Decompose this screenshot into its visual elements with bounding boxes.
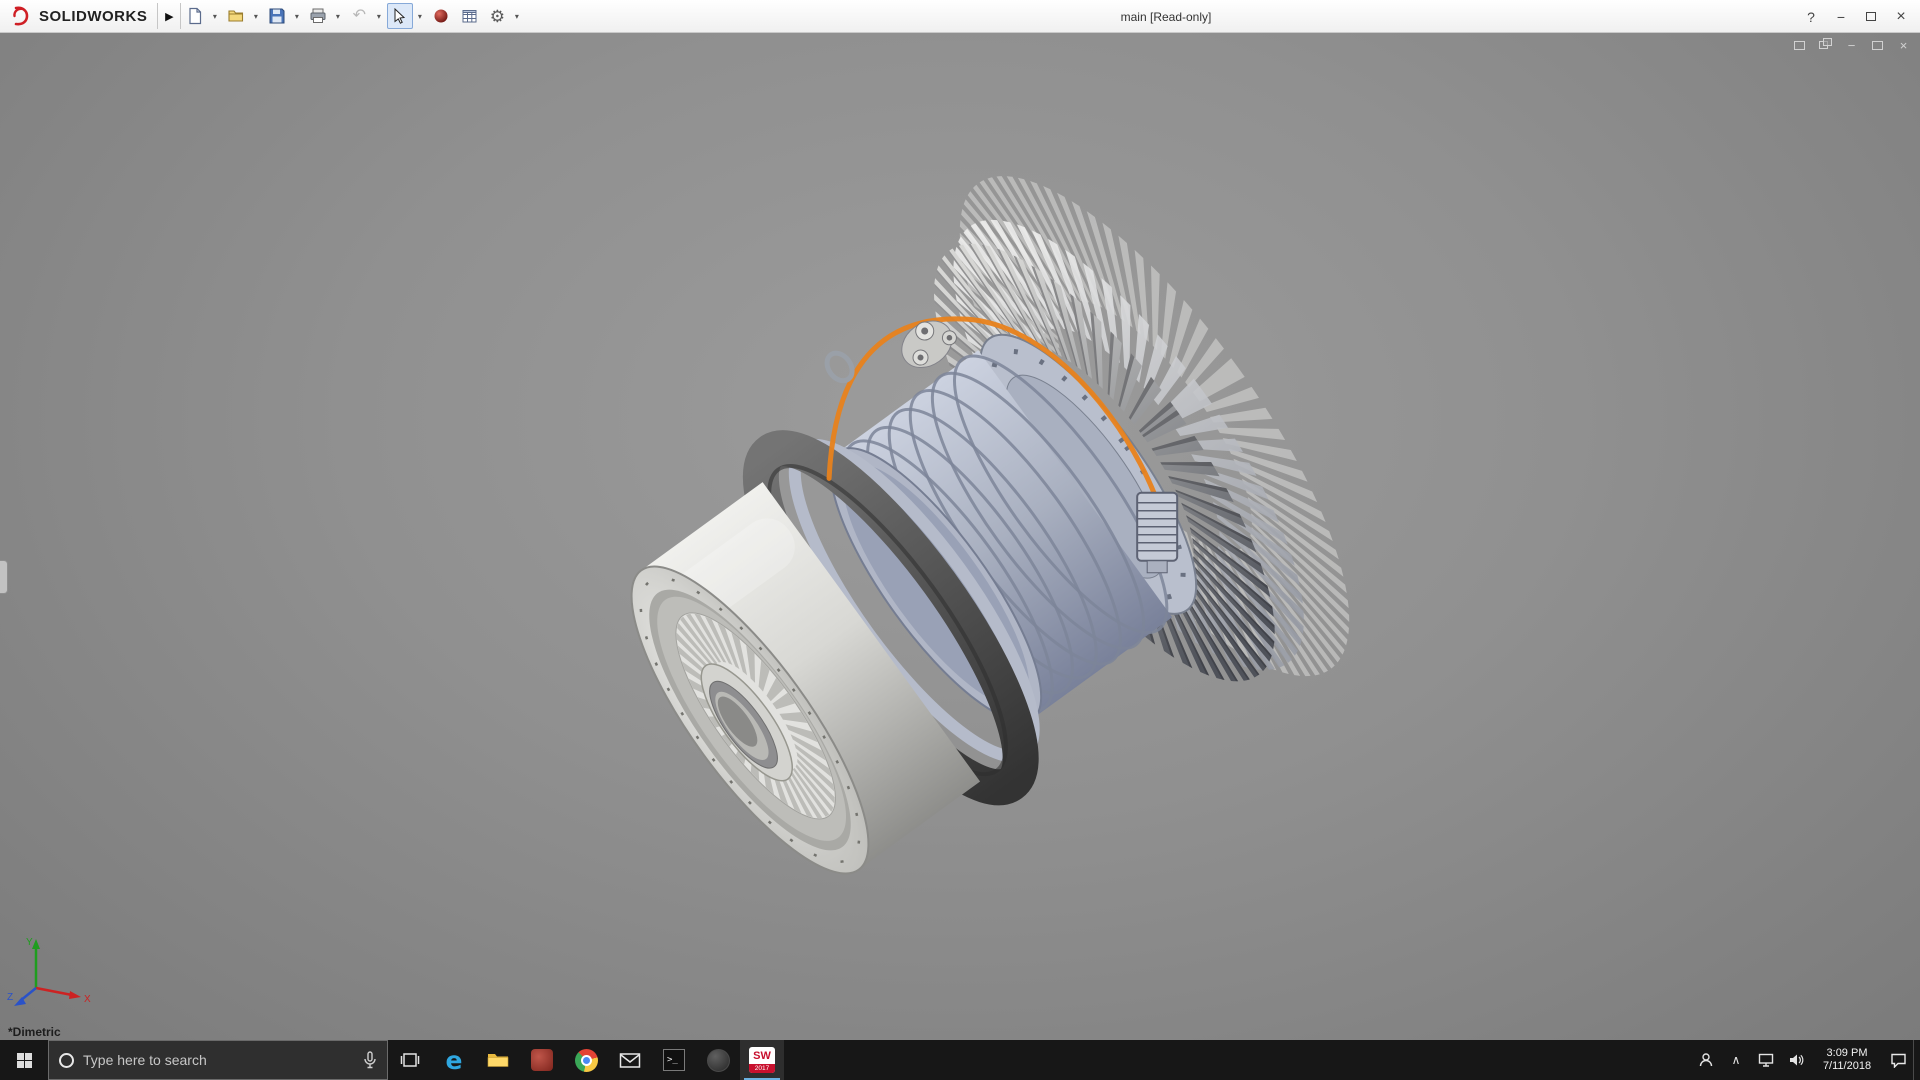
search-input[interactable] <box>83 1052 354 1068</box>
maximize-button[interactable] <box>1856 4 1886 30</box>
new-window-icon[interactable] <box>1791 38 1808 52</box>
app-name: SOLIDWORKS <box>39 8 147 25</box>
taskbar-app-file-explorer[interactable] <box>476 1040 520 1080</box>
print-button[interactable] <box>305 3 331 29</box>
network-button[interactable] <box>1751 1040 1781 1080</box>
gear-icon: ⚙ <box>490 8 505 25</box>
taskbar-spacer <box>784 1040 1691 1080</box>
save-button[interactable] <box>264 3 290 29</box>
minimize-button[interactable]: − <box>1826 4 1856 30</box>
show-desktop-button[interactable] <box>1913 1040 1920 1080</box>
new-document-dropdown[interactable]: ▾ <box>209 12 220 21</box>
undo-dropdown[interactable]: ▾ <box>373 12 384 21</box>
undo-icon: ↶ <box>353 8 366 24</box>
red-app-icon <box>531 1049 553 1071</box>
terminal-icon: >_ <box>663 1049 685 1071</box>
file-explorer-icon <box>486 1050 510 1070</box>
appearance-sphere-icon <box>433 8 449 24</box>
view-orientation-label: *Dimetric <box>8 1025 61 1039</box>
select-tool-button[interactable] <box>387 3 413 29</box>
help-button[interactable]: ? <box>1796 4 1826 30</box>
people-button[interactable] <box>1691 1040 1721 1080</box>
doc-restore-icon[interactable] <box>1869 38 1886 52</box>
document-window-controls: − × <box>1791 38 1912 52</box>
new-document-icon <box>186 7 204 25</box>
taskbar-app-mail[interactable] <box>608 1040 652 1080</box>
axis-z-label: Z <box>7 992 13 1003</box>
taskbar-app-solidworks[interactable]: SW 2017 <box>740 1040 784 1080</box>
select-tool-dropdown[interactable]: ▾ <box>414 12 425 21</box>
options-dropdown[interactable]: ▾ <box>511 12 522 21</box>
doc-close-icon[interactable]: × <box>1895 38 1912 52</box>
cascade-windows-icon[interactable] <box>1817 38 1834 52</box>
taskbar-app-dark[interactable] <box>696 1040 740 1080</box>
open-document-button[interactable] <box>223 3 249 29</box>
doc-minimize-icon[interactable]: − <box>1843 38 1860 52</box>
windows-logo-icon <box>17 1053 32 1068</box>
divider <box>180 3 181 29</box>
titlebar: SOLIDWORKS ▶ ▾ ▾ ▾ <box>0 0 1920 33</box>
dark-app-icon <box>707 1049 730 1072</box>
print-dropdown[interactable]: ▾ <box>332 12 343 21</box>
options-button[interactable]: ⚙ <box>484 3 510 29</box>
select-cursor-icon <box>392 8 408 24</box>
printer-icon <box>309 7 327 25</box>
solidworks-window: SOLIDWORKS ▶ ▾ ▾ ▾ <box>0 0 1920 1080</box>
cortana-icon <box>59 1053 74 1068</box>
panel-handle[interactable] <box>0 560 8 594</box>
document-title: main [Read-only] <box>1121 0 1212 33</box>
clock-time: 3:09 PM <box>1827 1047 1868 1060</box>
edge-icon: e <box>446 1046 463 1075</box>
appearance-button[interactable] <box>428 3 454 29</box>
network-icon <box>1758 1053 1774 1067</box>
open-document-dropdown[interactable]: ▾ <box>250 12 261 21</box>
save-floppy-icon <box>268 7 286 25</box>
action-center-button[interactable] <box>1883 1040 1913 1080</box>
people-icon <box>1698 1052 1714 1068</box>
table-grid-icon <box>461 8 478 25</box>
dassault-mark-icon <box>8 5 34 27</box>
windows-taskbar: e >_ SW 2 <box>0 1040 1920 1080</box>
taskbar-app-chrome[interactable] <box>564 1040 608 1080</box>
menu-expand-arrow[interactable]: ▶ <box>158 10 180 23</box>
close-button[interactable]: × <box>1886 4 1916 30</box>
start-button[interactable] <box>0 1040 48 1080</box>
design-table-button[interactable] <box>456 3 482 29</box>
action-center-icon <box>1890 1052 1907 1068</box>
orientation-triad: Y X Z <box>6 928 98 1014</box>
new-document-button[interactable] <box>182 3 208 29</box>
task-view-icon <box>400 1050 420 1070</box>
chrome-icon <box>575 1049 598 1072</box>
open-folder-icon <box>227 7 245 25</box>
gearbox-block <box>1137 493 1177 573</box>
task-view-button[interactable] <box>388 1040 432 1080</box>
microphone-icon[interactable] <box>363 1051 377 1069</box>
taskbar-app-terminal[interactable]: >_ <box>652 1040 696 1080</box>
volume-button[interactable] <box>1781 1040 1811 1080</box>
solidworks-logo[interactable]: SOLIDWORKS <box>0 0 157 32</box>
save-dropdown[interactable]: ▾ <box>291 12 302 21</box>
taskbar-app-edge[interactable]: e <box>432 1040 476 1080</box>
engine-3d-model[interactable] <box>0 33 1920 1040</box>
taskbar-search[interactable] <box>48 1040 388 1080</box>
axis-x-label: X <box>84 994 91 1005</box>
axis-y-label: Y <box>26 937 33 948</box>
clock-date: 7/11/2018 <box>1823 1060 1871 1073</box>
undo-button[interactable]: ↶ <box>346 3 372 29</box>
maximize-icon <box>1866 12 1876 21</box>
solidworks-app-icon: SW 2017 <box>749 1047 775 1073</box>
speaker-icon <box>1788 1053 1804 1067</box>
taskbar-clock[interactable]: 3:09 PM 7/11/2018 <box>1811 1040 1883 1080</box>
graphics-viewport[interactable]: − × Y X Z *Dimetric <box>0 33 1920 1040</box>
taskbar-app-red[interactable] <box>520 1040 564 1080</box>
tray-overflow-button[interactable]: ∧ <box>1721 1040 1751 1080</box>
window-controls: ? − × <box>1796 0 1916 33</box>
mail-envelope-icon <box>619 1052 641 1069</box>
